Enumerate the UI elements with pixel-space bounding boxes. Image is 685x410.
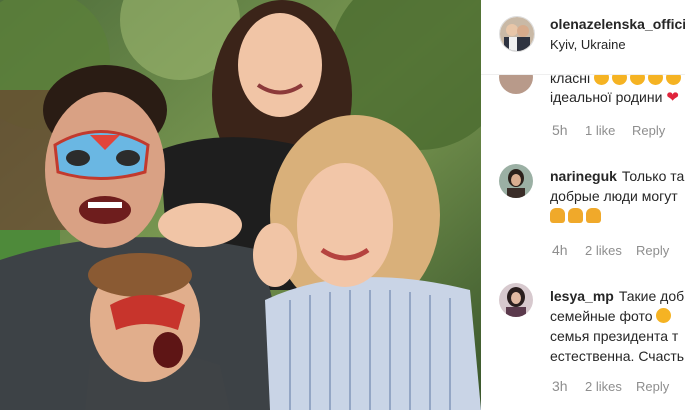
praying-hands-emoji-icon [568,208,583,223]
comment-text-line: семья президента т [550,328,679,344]
post-photo[interactable] [0,0,481,410]
comment-text-line: семейные фото [550,306,674,326]
praying-hands-emoji-icon [550,208,565,223]
comment-timestamp[interactable]: 4h [552,242,568,258]
comment-username[interactable]: lesya_mp [550,288,614,304]
comment-likes[interactable]: 2 likes [585,243,622,258]
thumbs-up-emoji-icon [656,308,672,323]
comment-timestamp[interactable]: 3h [552,378,568,394]
comment-text-line: добрые люди могут [550,188,678,204]
comment-meta: 3h 2 likes Reply [550,378,685,396]
comment-likes[interactable]: 1 like [585,123,615,138]
reply-button[interactable]: Reply [632,123,665,138]
comment-meta: 5h 1 like Reply [550,122,685,140]
reply-button[interactable]: Reply [636,243,669,258]
comments-panel: olenazelenska_offici Kyiv, Ukraine класн… [481,0,685,410]
comment-text-line [550,206,604,226]
praying-hands-emoji-icon [586,208,601,223]
comment-text-line: естественна. Счасть [550,348,685,364]
comment-username[interactable]: narineguk [550,168,617,184]
comment-avatar[interactable] [499,283,533,317]
heart-emoji-icon: ❤ [666,89,679,106]
comment-avatar[interactable] [499,164,533,198]
comment-text-line: ідеальної родини ❤ [550,89,679,106]
post-location[interactable]: Kyiv, Ukraine [550,37,626,52]
reply-button[interactable]: Reply [636,379,669,394]
comment-meta: 4h 2 likes Reply [550,242,685,260]
comment-likes[interactable]: 2 likes [585,379,622,394]
profile-avatar-icon[interactable] [499,16,535,52]
comment-timestamp[interactable]: 5h [552,122,568,138]
family-photo-image [0,0,481,410]
post-author-username[interactable]: olenazelenska_offici [550,16,685,32]
comment-text-line: narineguk Только та [550,168,685,184]
comment-text-line: lesya_mp Такие доб [550,288,685,304]
post-header: olenazelenska_offici Kyiv, Ukraine [481,0,685,75]
